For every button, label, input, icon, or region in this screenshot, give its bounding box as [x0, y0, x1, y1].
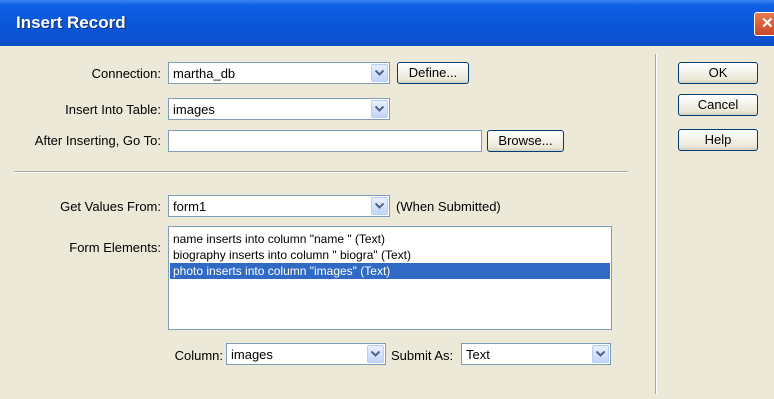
list-item[interactable]: biography inserts into column " biogra" … [170, 247, 610, 263]
insert-table-label: Insert Into Table: [65, 102, 161, 117]
close-icon: ✕ [761, 15, 774, 32]
connection-label: Connection: [91, 66, 161, 81]
when-submitted-note: (When Submitted) [396, 199, 501, 214]
column-label: Column: [174, 348, 223, 363]
submit-as-value: Text [466, 347, 490, 362]
dialog-title: Insert Record [16, 13, 126, 32]
submit-as-select[interactable]: Text [461, 343, 611, 365]
chevron-down-icon[interactable] [367, 345, 384, 363]
get-values-select[interactable]: form1 [168, 195, 390, 217]
after-inserting-input[interactable] [168, 130, 482, 152]
insert-table-value: images [173, 102, 215, 117]
browse-button[interactable]: Browse... [487, 130, 564, 152]
connection-value: martha_db [173, 66, 236, 81]
define-button[interactable]: Define... [397, 62, 469, 84]
connection-select[interactable]: martha_db [168, 62, 390, 84]
get-values-value: form1 [173, 199, 207, 214]
list-item[interactable]: name inserts into column "name " (Text) [170, 231, 610, 247]
chevron-down-icon[interactable] [371, 197, 388, 215]
form-elements-list[interactable]: name inserts into column "name " (Text) … [168, 226, 612, 330]
insert-record-dialog: Insert Record ✕ Connection: martha_db De… [0, 0, 774, 399]
help-button[interactable]: Help [678, 129, 758, 151]
submit-as-label: Submit As: [391, 348, 454, 363]
title-bar[interactable]: Insert Record ✕ [0, 0, 774, 46]
form-elements-label: Form Elements: [69, 240, 161, 255]
after-inserting-label: After Inserting, Go To: [34, 133, 161, 148]
chevron-down-icon[interactable] [371, 64, 388, 82]
ok-button[interactable]: OK [678, 62, 758, 84]
insert-table-select[interactable]: images [168, 98, 390, 120]
close-button[interactable]: ✕ [754, 12, 774, 36]
chevron-down-icon[interactable] [592, 345, 609, 363]
column-value: images [231, 347, 273, 362]
horizontal-divider [14, 171, 628, 173]
list-item-selected[interactable]: photo inserts into column "images" (Text… [170, 263, 610, 279]
cancel-button[interactable]: Cancel [678, 94, 758, 116]
vertical-divider [655, 54, 657, 394]
column-select[interactable]: images [226, 343, 386, 365]
chevron-down-icon[interactable] [371, 100, 388, 118]
get-values-label: Get Values From: [60, 199, 161, 214]
